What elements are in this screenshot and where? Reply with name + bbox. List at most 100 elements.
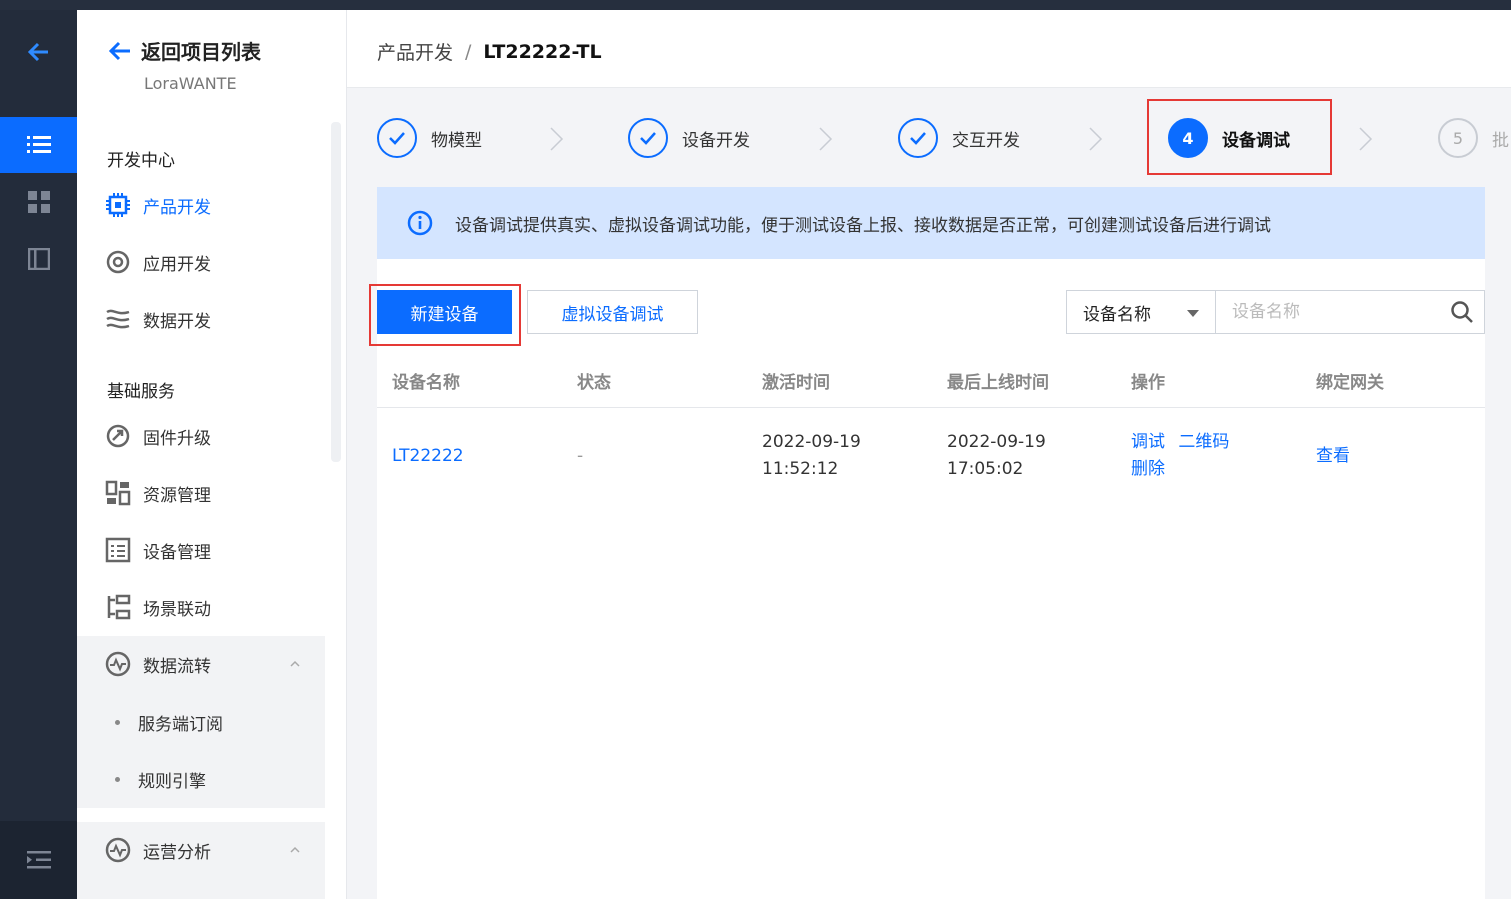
rail-back-button[interactable]	[0, 24, 77, 80]
app-icon	[105, 249, 131, 275]
sidebar: 返回项目列表 LoraWANTE 开发中心 产品开发 应用开发 数据开发 基础服…	[77, 10, 347, 899]
section-basic-services: 基础服务	[107, 382, 175, 402]
row-actions: 调试 二维码 删除	[1131, 429, 1229, 483]
project-name: LoraWANTE	[144, 74, 237, 93]
sidebar-subitem-label: 服务端订阅	[138, 715, 223, 735]
breadcrumb-current: LT22222-TL	[483, 40, 602, 63]
device-name-link[interactable]: LT22222	[392, 443, 464, 470]
column-actions: 操作	[1131, 373, 1165, 393]
back-to-projects[interactable]: 返回项目列表	[107, 36, 261, 65]
device-list-icon	[105, 537, 131, 563]
view-gateway-link[interactable]: 查看	[1316, 443, 1350, 470]
search-field-select[interactable]: 设备名称	[1066, 290, 1216, 334]
highlight-current-step	[1147, 99, 1332, 175]
check-icon	[898, 118, 938, 158]
chevron-up-icon[interactable]	[290, 659, 300, 669]
debug-link[interactable]: 调试	[1131, 432, 1165, 452]
check-icon	[628, 118, 668, 158]
cpu-icon	[105, 192, 131, 218]
column-last-online: 最后上线时间	[947, 373, 1049, 393]
sidebar-subitem-label: 规则引擎	[138, 772, 206, 792]
activated-time: 2022-09-19 11:52:12	[762, 429, 861, 483]
firmware-icon	[105, 423, 131, 449]
back-label: 返回项目列表	[141, 40, 261, 64]
progress-steps: 物模型 设备开发 交互开发 4 设备调试 5 批	[347, 88, 1511, 183]
step-batch[interactable]: 5 批	[1438, 118, 1509, 158]
sidebar-item-label: 数据开发	[143, 311, 211, 332]
step-label: 批	[1492, 130, 1509, 151]
chevron-right-icon	[1089, 127, 1103, 151]
pulse-icon	[105, 651, 131, 677]
sidebar-item-label: 数据流转	[143, 656, 211, 677]
menu-collapse-icon	[26, 851, 51, 869]
chevron-up-icon[interactable]	[290, 845, 300, 855]
chevron-right-icon	[1359, 127, 1373, 151]
search-input[interactable]	[1215, 290, 1485, 334]
sidebar-subitem-rule-engine[interactable]: 规则引擎	[115, 767, 206, 792]
breadcrumb-product-dev[interactable]: 产品开发	[377, 38, 453, 65]
step-interaction-dev[interactable]: 交互开发	[898, 118, 1020, 158]
bullet-dot	[115, 720, 120, 725]
resource-icon	[105, 480, 131, 506]
delete-link[interactable]: 删除	[1131, 459, 1165, 479]
step-number: 5	[1438, 118, 1478, 158]
rail-book-button[interactable]	[0, 231, 77, 287]
breadcrumb: 产品开发 / LT22222-TL	[377, 38, 602, 65]
check-icon	[377, 118, 417, 158]
sidebar-scrollbar[interactable]	[331, 122, 341, 462]
last-online-time: 2022-09-19 17:05:02	[947, 429, 1046, 483]
sidebar-item-device-mgmt[interactable]: 设备管理	[105, 530, 325, 570]
window-top-bar	[0, 0, 1511, 10]
device-status: -	[577, 446, 584, 466]
last-online-date: 2022-09-19	[947, 432, 1046, 452]
arrow-left-icon	[108, 41, 130, 60]
column-status: 状态	[577, 373, 611, 393]
page-header: 产品开发 / LT22222-TL	[347, 10, 1511, 88]
column-activated-time: 激活时间	[762, 373, 830, 393]
sidebar-item-data-dev[interactable]: 数据开发	[105, 299, 325, 339]
highlight-new-device	[369, 284, 521, 346]
bullet-dot	[115, 777, 120, 782]
sidebar-item-scene[interactable]: 场景联动	[105, 587, 325, 627]
step-label: 设备开发	[682, 130, 750, 151]
sidebar-item-product-dev[interactable]: 产品开发	[105, 185, 325, 225]
table-header: 设备名称 状态 激活时间 最后上线时间 操作 绑定网关	[377, 350, 1485, 408]
sidebar-item-firmware[interactable]: 固件升级	[105, 416, 325, 456]
chevron-right-icon	[550, 127, 564, 151]
table-row: LT22222 - 2022-09-19 11:52:12 2022-09-19…	[377, 409, 1485, 505]
sidebar-item-label: 产品开发	[143, 197, 211, 218]
rail-list-button[interactable]	[0, 117, 77, 173]
last-online-clock: 17:05:02	[947, 459, 1024, 479]
step-label: 交互开发	[952, 130, 1020, 151]
caret-down-icon	[1187, 310, 1199, 317]
step-thing-model[interactable]: 物模型	[377, 118, 482, 158]
rail-grid-button[interactable]	[0, 174, 77, 230]
rail-collapse-button[interactable]	[0, 821, 77, 899]
pulse-icon	[105, 837, 131, 863]
qrcode-link[interactable]: 二维码	[1178, 432, 1229, 452]
sidebar-item-label: 固件升级	[143, 428, 211, 449]
sidebar-item-label: 运营分析	[143, 842, 211, 863]
section-dev-center: 开发中心	[107, 151, 175, 171]
sidebar-item-label: 设备管理	[143, 542, 211, 563]
chevron-right-icon	[819, 127, 833, 151]
notice-text: 设备调试提供真实、虚拟设备调试功能，便于测试设备上报、接收数据是否正常，可创建测…	[455, 215, 1271, 236]
sidebar-item-label: 场景联动	[143, 599, 211, 620]
column-gateway: 绑定网关	[1316, 373, 1384, 393]
book-icon	[27, 248, 50, 270]
step-device-dev[interactable]: 设备开发	[628, 118, 750, 158]
sidebar-item-label: 资源管理	[143, 485, 211, 506]
left-rail	[0, 10, 77, 899]
sidebar-item-label: 应用开发	[143, 254, 211, 275]
info-notice: 设备调试提供真实、虚拟设备调试功能，便于测试设备上报、接收数据是否正常，可创建测…	[377, 187, 1485, 259]
sidebar-item-app-dev[interactable]: 应用开发	[105, 242, 325, 282]
list-icon	[26, 136, 51, 153]
sidebar-item-resource[interactable]: 资源管理	[105, 473, 325, 513]
step-label: 物模型	[431, 130, 482, 151]
search-field-value: 设备名称	[1083, 304, 1151, 325]
sidebar-subitem-subscription[interactable]: 服务端订阅	[115, 710, 223, 735]
info-icon	[407, 210, 433, 236]
virtual-debug-button[interactable]: 虚拟设备调试	[527, 290, 698, 334]
grid-icon	[27, 191, 50, 213]
search-icon[interactable]	[1450, 300, 1474, 324]
